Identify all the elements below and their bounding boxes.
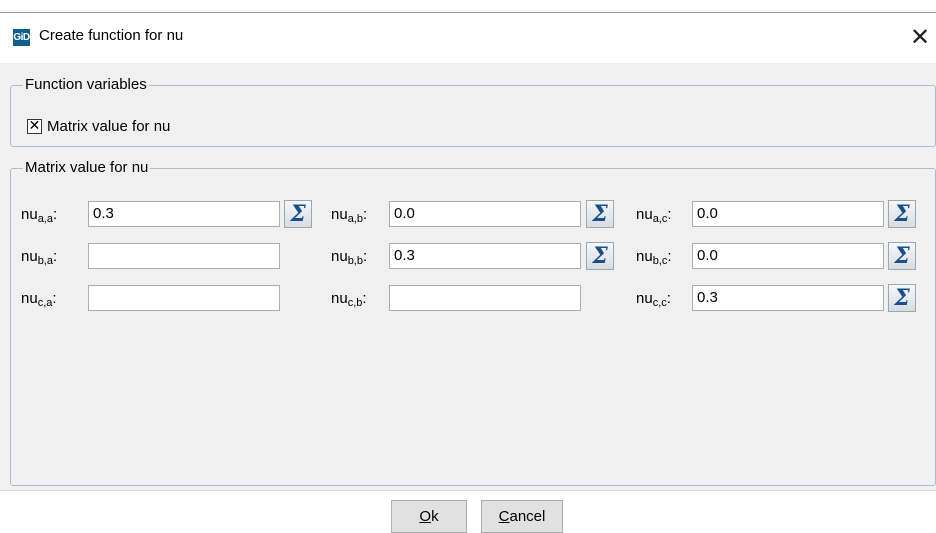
matrix-value-checkbox-label: Matrix value for nu [47,118,171,135]
input-nu-ac[interactable]: 0.0 [692,201,884,227]
label-base: nu [331,248,348,265]
label-nu-ca: nuc,a: [21,290,57,309]
label-nu-bb: nub,b: [331,248,367,267]
label-colon: : [52,290,57,307]
cancel-label: ancel [509,508,546,525]
label-nu-ac: nua,c: [636,206,672,225]
label-subscript: c,b [347,297,363,309]
label-base: nu [636,248,653,265]
label-nu-cc: nuc,c: [636,290,671,309]
label-colon: : [666,290,671,307]
sigma-icon[interactable]: Σ [888,200,916,228]
cancel-mnemonic: C [498,508,510,525]
input-nu-ca[interactable] [88,285,280,311]
label-colon: : [362,206,368,223]
label-base: nu [636,290,653,307]
label-nu-ab: nua,b: [331,206,367,225]
input-nu-aa[interactable]: 0.3 [88,201,280,227]
label-base: nu [331,290,348,307]
input-nu-bb[interactable]: 0.3 [389,243,581,269]
sigma-icon[interactable]: Σ [586,200,614,228]
label-base: nu [21,290,38,307]
label-nu-cb: nuc,b: [331,290,367,309]
app-logo-icon: GiD [13,29,30,46]
label-subscript: b,c [652,255,668,267]
function-variables-legend: Function variables [23,76,149,93]
input-nu-ba[interactable] [88,243,280,269]
label-colon: : [667,248,672,265]
label-subscript: a,c [652,213,668,225]
input-nu-bc[interactable]: 0.0 [692,243,884,269]
label-colon: : [362,290,367,307]
label-colon: : [52,206,58,223]
ok-label: k [431,508,439,525]
cancel-button[interactable]: Cancel [481,500,563,533]
label-subscript: a,a [37,213,53,225]
label-subscript: b,b [347,255,363,267]
sigma-icon[interactable]: Σ [888,284,916,312]
input-nu-cb[interactable] [389,285,581,311]
label-colon: : [667,206,672,223]
label-base: nu [21,206,38,223]
ok-mnemonic: O [419,508,432,525]
sigma-icon[interactable]: Σ [888,242,916,270]
label-nu-bc: nub,c: [636,248,672,267]
checkbox-x-icon: ✕ [28,118,41,134]
label-nu-aa: nua,a: [21,206,57,225]
label-subscript: a,b [347,213,363,225]
sigma-icon[interactable]: Σ [284,200,312,228]
matrix-value-legend: Matrix value for nu [23,159,151,176]
ok-button[interactable]: Ok [391,500,467,533]
label-subscript: b,a [37,255,53,267]
input-nu-ab[interactable]: 0.0 [389,201,581,227]
label-base: nu [331,206,348,223]
label-nu-ba: nub,a: [21,248,57,267]
matrix-value-checkbox[interactable]: ✕ [27,118,42,134]
input-nu-cc[interactable]: 0.3 [692,285,884,311]
label-colon: : [52,248,58,265]
function-variables-group: Function variables [10,76,936,147]
close-button[interactable]: ✕ [904,22,936,54]
label-subscript: c,c [652,297,667,309]
button-bar-separator [0,490,936,491]
label-base: nu [636,206,653,223]
sigma-icon[interactable]: Σ [586,242,614,270]
window-title: Create function for nu [39,27,184,44]
label-subscript: c,a [37,297,53,309]
label-colon: : [362,248,368,265]
label-base: nu [21,248,38,265]
